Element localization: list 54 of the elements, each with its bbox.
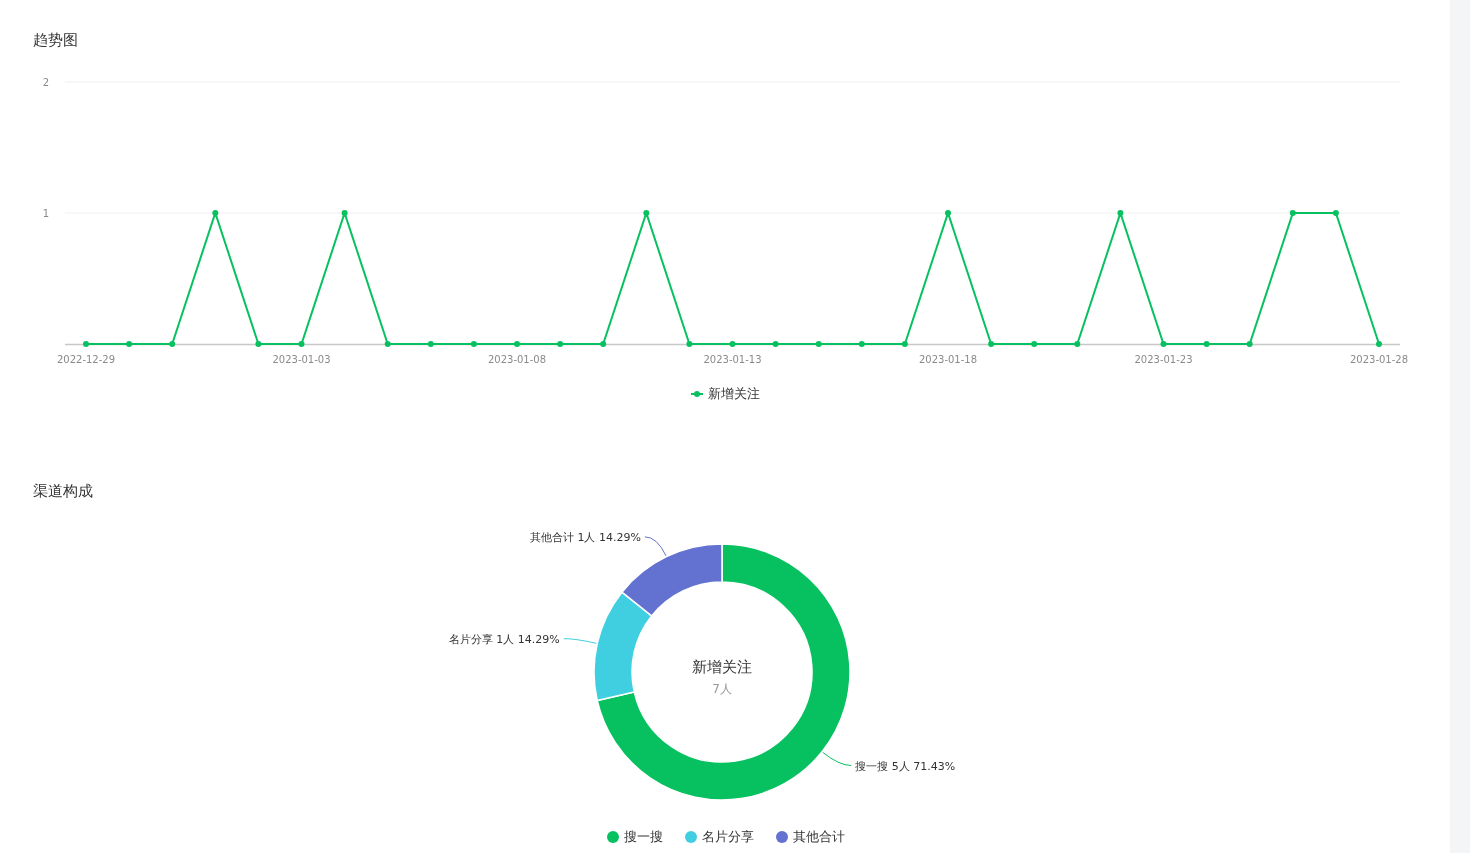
leader-line [563,638,597,644]
data-point [514,341,520,347]
axis-label: 2023-01-08 [487,354,547,365]
data-point [729,341,736,347]
data-point [686,341,693,347]
leader-line [822,751,852,766]
data-point [858,341,865,347]
data-point [643,210,650,216]
axis-label: 2022-12-29 [56,354,116,365]
axis-label: 2023-01-23 [1134,354,1193,365]
data-point [1376,341,1382,347]
slice-label: 搜一搜 5人 71.43% [855,759,956,773]
section-title: 渠道构成 [32,481,94,502]
section-title: 趋势图 [32,30,79,51]
legend-item[interactable]: 其他合计 [776,828,845,846]
legend-item[interactable]: 名片分享 [685,828,754,846]
data-point [298,341,305,347]
axis-label: 2023-01-18 [918,354,978,365]
slice-label: 其他合计 1人 14.29% [530,530,641,544]
center-value: 7人 [712,682,732,696]
legend-item[interactable]: 搜一搜 [607,828,663,846]
axis-label: 2023-01-03 [272,354,331,365]
data-point [1332,210,1339,216]
data-point [427,341,434,347]
axis-label: 1 [42,208,49,219]
data-point [901,341,908,347]
data-point [988,341,995,347]
legend-item[interactable]: 新增关注 [690,384,760,404]
data-point [600,341,607,347]
center-title: 新增关注 [692,658,752,676]
data-point [1031,341,1038,347]
slice-label: 名片分享 1人 14.29% [448,632,560,646]
data-point [1203,341,1210,347]
leader-line [644,536,667,557]
data-point [255,341,262,347]
data-point [815,341,822,347]
data-point [1074,341,1081,347]
axis-label: 2023-01-28 [1349,354,1409,365]
data-point [772,341,779,347]
axis-label: 2023-01-13 [703,354,762,365]
data-point [126,341,133,347]
data-point [83,341,89,347]
data-point [1160,341,1167,347]
data-point [169,341,176,347]
data-point [1246,341,1253,347]
data-point [945,210,951,216]
data-point [341,210,348,216]
data-point [212,210,219,216]
axis-label: 2 [42,77,49,88]
data-point [557,341,564,347]
data-point [470,341,477,347]
data-point [1117,210,1124,216]
data-point [384,341,391,347]
data-point [1289,210,1296,216]
